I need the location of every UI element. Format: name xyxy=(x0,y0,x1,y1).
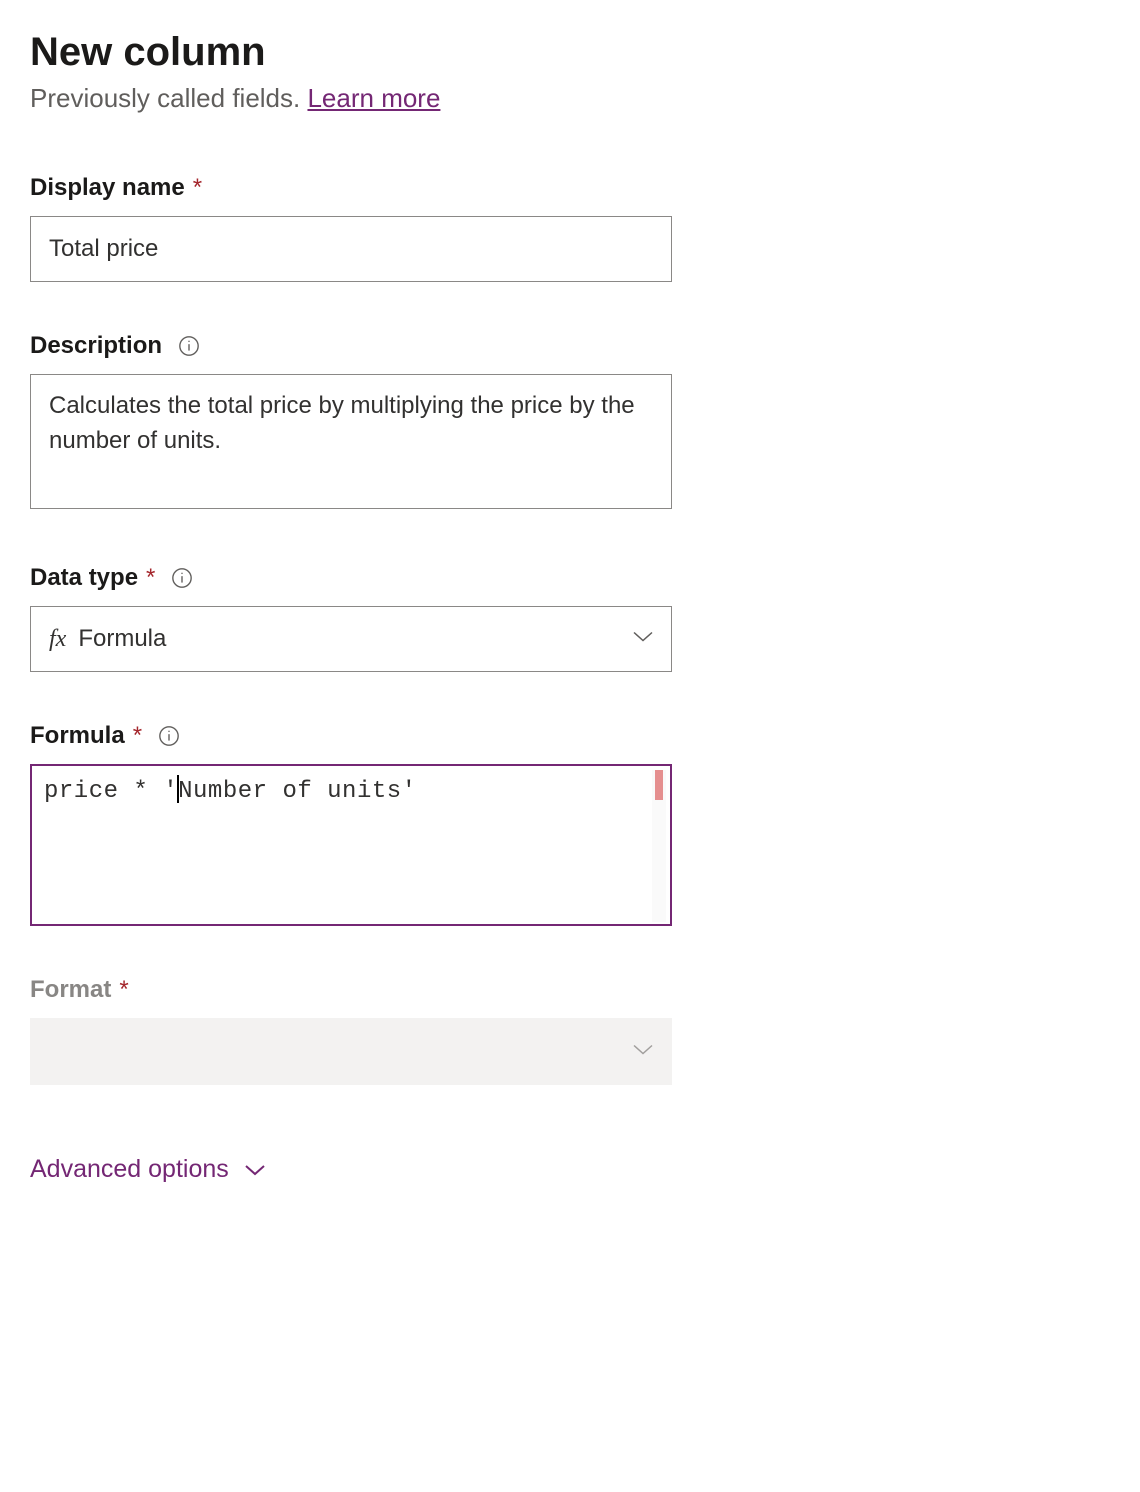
formula-editor[interactable]: price * 'Number of units' xyxy=(30,764,672,926)
advanced-options-toggle[interactable]: Advanced options xyxy=(30,1155,267,1184)
display-name-field-group: Display name * xyxy=(30,174,672,282)
learn-more-link[interactable]: Learn more xyxy=(307,83,440,113)
required-asterisk: * xyxy=(146,564,155,592)
formula-label: Formula * xyxy=(30,722,672,750)
format-select[interactable] xyxy=(30,1018,672,1085)
minimap-marker xyxy=(655,770,663,800)
data-type-label-text: Data type xyxy=(30,564,138,592)
description-input[interactable] xyxy=(30,374,672,509)
description-label: Description xyxy=(30,332,672,360)
required-asterisk: * xyxy=(119,976,128,1004)
format-field-group: Format * xyxy=(30,976,672,1085)
subtitle-text: Previously called fields. xyxy=(30,83,307,113)
advanced-options-label: Advanced options xyxy=(30,1155,229,1184)
format-label: Format * xyxy=(30,976,672,1004)
format-select-wrapper xyxy=(30,1018,672,1085)
format-label-text: Format xyxy=(30,976,111,1004)
description-label-text: Description xyxy=(30,332,162,360)
display-name-label: Display name * xyxy=(30,174,672,202)
page-subtitle: Previously called fields. Learn more xyxy=(30,83,1110,114)
data-type-field-group: Data type * fx Formula xyxy=(30,564,672,672)
formula-minimap xyxy=(652,770,666,922)
text-cursor xyxy=(177,775,179,803)
display-name-input[interactable] xyxy=(30,216,672,282)
formula-field-group: Formula * price * 'Number of units' xyxy=(30,722,672,926)
formula-label-text: Formula xyxy=(30,722,125,750)
data-type-select-wrapper: fx Formula xyxy=(30,606,672,672)
info-icon[interactable] xyxy=(158,725,180,747)
required-asterisk: * xyxy=(133,722,142,750)
info-icon[interactable] xyxy=(178,335,200,357)
page-title: New column xyxy=(30,30,1110,75)
display-name-label-text: Display name xyxy=(30,174,185,202)
fx-icon: fx xyxy=(49,626,66,653)
data-type-label: Data type * xyxy=(30,564,672,592)
data-type-selected-value: Formula xyxy=(78,625,166,653)
formula-content: price * 'Number of units' xyxy=(44,776,658,807)
required-asterisk: * xyxy=(193,174,202,202)
description-field-group: Description xyxy=(30,332,672,514)
data-type-select[interactable]: fx Formula xyxy=(30,606,672,672)
chevron-down-icon xyxy=(243,1163,267,1177)
info-icon[interactable] xyxy=(171,567,193,589)
